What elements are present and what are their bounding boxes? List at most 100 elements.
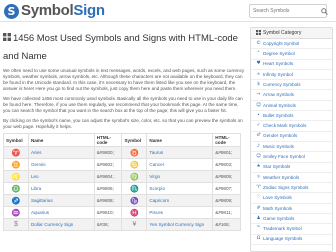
logo-text: SymbolSign	[21, 3, 105, 19]
zodiac-icon: ♈	[256, 184, 261, 190]
symbol-cell: ♊	[3, 158, 29, 171]
sidebar-item-label: Animal Symbols	[263, 102, 296, 108]
symbol-name-link[interactable]: Capricorn	[146, 194, 214, 207]
symbol-cell: ♑	[121, 194, 148, 207]
symbol-name-link[interactable]: Scorpio	[146, 182, 214, 195]
sidebar-item-label: Music Symbols	[263, 143, 294, 149]
symbol-cell: ♎	[3, 182, 29, 195]
sidebar-item-currency[interactable]: $ Currency Symbols	[251, 80, 332, 91]
html-code-cell: &#9808;	[93, 194, 123, 207]
table-row: ♌ Leo &#9804; ♍ Virgo &#9805;	[3, 170, 241, 183]
sidebar-item-game[interactable]: ♟ Game Symbols	[251, 214, 332, 225]
html-code-cell: &#9809;	[212, 194, 241, 207]
sidebar-item-degree[interactable]: ° Degree Symbol	[251, 49, 332, 60]
html-code-cell: &#9807;	[212, 182, 241, 195]
page-title: 1456 Most Used Symbols and Signs with HT…	[3, 33, 238, 62]
gender-icon: ♂	[256, 133, 261, 139]
sidebar-item-label: Degree Symbol	[263, 51, 295, 57]
check-mark-icon: ✓	[256, 123, 261, 129]
search-button[interactable]	[320, 5, 328, 17]
smiley-icon: ☺	[256, 154, 261, 160]
html-code-cell: &#9810;	[93, 206, 123, 219]
sidebar-item-label: Currency Symbols	[263, 81, 301, 87]
table-row: ♎ Libra &#9806; ♏ Scorpio &#9807;	[3, 182, 241, 195]
sidebar-item-math[interactable]: # Math Symbols	[251, 204, 332, 215]
category-sidebar: Symbol Category © Copyright Symbol ° Degre…	[250, 27, 333, 252]
site-header: S SymbolSign	[0, 0, 336, 22]
degree-icon: °	[257, 51, 260, 57]
sidebar-item-arrow[interactable]: → Arrow Symbols	[251, 90, 332, 101]
sidebar-item-label: Gender Symbols	[263, 133, 298, 139]
symbol-name-link[interactable]: Cancer	[146, 158, 214, 171]
column-header-html-code: HTML-code	[93, 133, 123, 147]
symbol-name-link[interactable]: Pisces	[146, 206, 214, 219]
sidebar-item-label: Trademark Symbol	[263, 226, 302, 232]
star-icon: ★	[256, 164, 261, 170]
html-code-cell: &#9801;	[212, 146, 241, 159]
column-header-symbol: Symbol	[3, 133, 29, 147]
game-icon: ♟	[256, 215, 261, 221]
sidebar-item-bullet[interactable]: • Bullet Symbols	[251, 111, 332, 122]
sidebar-item-label: Copyright Symbol	[263, 40, 300, 46]
column-header-symbol: Symbol	[121, 133, 148, 147]
symbol-cell: ♋	[121, 158, 148, 171]
logo-text-part1: Symbol	[21, 2, 74, 19]
sidebar-item-animal[interactable]: ☺ Animal Symbols	[251, 101, 332, 112]
table-row: ♒ Aquarius &#9810; ♓ Pisces &#9811;	[3, 206, 241, 219]
column-header-html-code: HTML-code	[212, 133, 241, 147]
sidebar-item-gender[interactable]: ♂ Gender Symbols	[251, 132, 332, 142]
sidebar-header: Symbol Category	[251, 28, 332, 39]
symbol-cell: ¥	[121, 218, 148, 231]
search-icon	[320, 7, 328, 15]
symbol-name-link[interactable]: Sagittarius	[27, 194, 95, 207]
html-code-cell: &#165;	[212, 218, 241, 231]
love-icon: ♡	[256, 195, 261, 201]
sidebar-item-smiley[interactable]: ☺ Smiley Face Symbol	[251, 152, 332, 163]
music-note-icon: ♪	[257, 143, 260, 149]
sidebar-item-label: Arrow Symbols	[263, 92, 294, 98]
symbol-name-link[interactable]: Virgo	[146, 170, 214, 183]
symbol-cell: ♐	[3, 194, 29, 207]
symbol-name-link[interactable]: Gemini	[27, 158, 95, 171]
sidebar-item-infinity[interactable]: ∞ Infinity Symbol	[251, 70, 332, 81]
sidebar-item-check-mark[interactable]: ✓ Check Mark Symbols	[251, 121, 332, 132]
sidebar-item-heart[interactable]: ♥ Heart Symbols	[251, 60, 332, 70]
search-input[interactable]	[249, 4, 327, 18]
html-code-cell: &#36;	[93, 218, 123, 231]
symbol-name-link[interactable]: Libra	[27, 182, 95, 195]
symbol-name-link[interactable]: Dollar Currency Sign	[27, 218, 95, 231]
symbol-name-link[interactable]: Aquarius	[27, 206, 95, 219]
symbol-cell: $	[3, 218, 29, 231]
sidebar-item-zodiac[interactable]: ♈ Zodiac Signs Symbols	[251, 183, 332, 194]
page-title-text: 1456 Most Used Symbols and Signs with HT…	[3, 33, 238, 62]
html-code-cell: &#9804;	[93, 170, 123, 183]
language-icon: Ω	[256, 236, 261, 242]
symbol-name-link[interactable]: Leo	[27, 170, 95, 183]
symbol-cell: ♈	[3, 146, 29, 159]
sidebar-item-label: Infinity Symbol	[263, 71, 293, 77]
symbol-name-link[interactable]: Aries	[27, 146, 95, 159]
animal-icon: ☺	[256, 102, 261, 108]
html-code-cell: &#9802;	[93, 158, 123, 171]
logo-text-part2: Sign	[73, 2, 105, 19]
sidebar-item-label: Bullet Symbols	[263, 112, 294, 118]
infinity-icon: ∞	[256, 71, 261, 77]
symbol-cell: ♍	[121, 170, 148, 183]
sidebar-item-language[interactable]: Ω Language Symbols	[251, 235, 332, 245]
symbol-name-link[interactable]: Taurus	[146, 146, 214, 159]
sidebar-item-star[interactable]: ★ Star Symbols	[251, 163, 332, 173]
main-content: 1456 Most Used Symbols and Signs with HT…	[3, 26, 245, 252]
html-code-cell: &#9800;	[93, 146, 123, 159]
sidebar-item-weather[interactable]: ☼ Weather Symbols	[251, 173, 332, 184]
sidebar-item-love[interactable]: ♡ Love Symbols	[251, 193, 332, 204]
sidebar-item-trademark[interactable]: ™ Trademark Symbol	[251, 224, 332, 235]
sidebar-item-copyright[interactable]: © Copyright Symbol	[251, 39, 332, 50]
sidebar-item-label: Heart Symbols	[263, 61, 294, 67]
sidebar-item-label: Zodiac Signs Symbols	[263, 184, 309, 190]
table-row: ♊ Gemini &#9802; ♋ Cancer &#9803;	[3, 158, 241, 171]
intro-paragraph-1: We often need to use some unusual symbol…	[3, 68, 245, 91]
sidebar-item-music[interactable]: ♪ Music Symbols	[251, 142, 332, 153]
arrow-icon: →	[256, 92, 261, 98]
site-logo[interactable]: S SymbolSign	[4, 3, 105, 19]
symbol-name-link[interactable]: Yen Symbol Currency Sign	[146, 218, 214, 231]
